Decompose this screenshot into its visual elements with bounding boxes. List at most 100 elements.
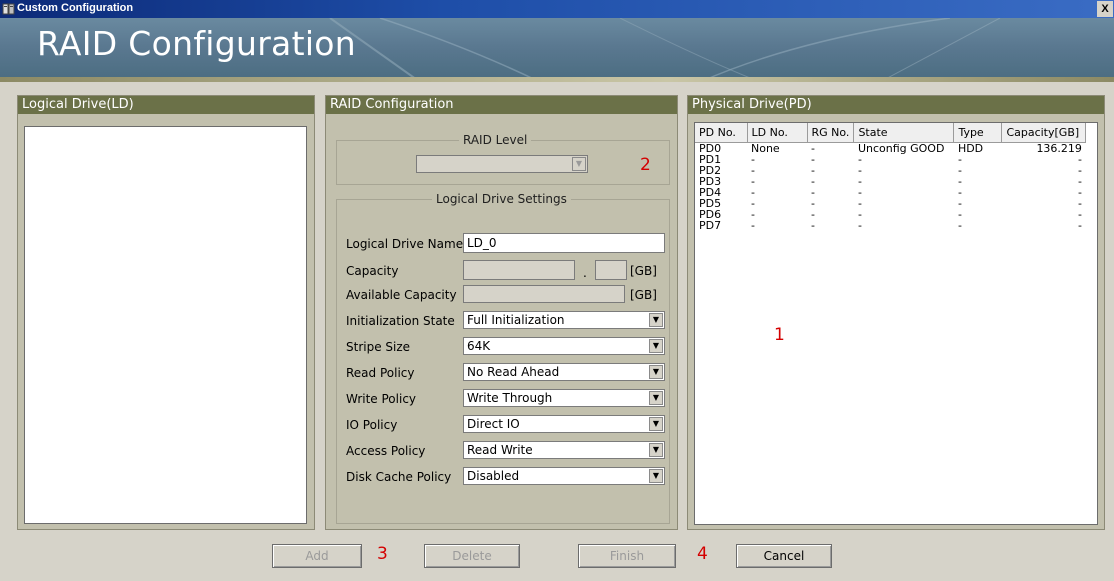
table-cell: - bbox=[857, 218, 862, 232]
logical-drive-panel-title: Logical Drive(LD) bbox=[18, 96, 314, 114]
column-header[interactable]: PD No. bbox=[695, 123, 748, 143]
select-label: Disk Cache Policy bbox=[346, 470, 452, 484]
table-cell: - bbox=[1077, 196, 1082, 210]
table-cell: - bbox=[857, 207, 862, 221]
window-title: Custom Configuration bbox=[17, 2, 134, 14]
add-button[interactable]: Add bbox=[272, 544, 362, 568]
select-label: Write Policy bbox=[346, 392, 417, 406]
capacity-separator: . bbox=[583, 266, 587, 280]
table-cell: 136.219 bbox=[1036, 141, 1082, 155]
table-cell: - bbox=[751, 218, 755, 232]
cancel-button[interactable]: Cancel bbox=[736, 544, 832, 568]
policy-select[interactable]: Direct IO ▼ bbox=[463, 415, 665, 433]
finish-button[interactable]: Finish bbox=[578, 544, 676, 568]
table-row[interactable]: PD2 - - - - - bbox=[695, 165, 1086, 176]
table-cell: - bbox=[857, 196, 862, 210]
chevron-down-icon: ▼ bbox=[649, 443, 663, 457]
column-header[interactable]: RG No. bbox=[807, 123, 855, 143]
chevron-down-icon: ▼ bbox=[649, 365, 663, 379]
policy-select[interactable]: 64K ▼ bbox=[463, 337, 665, 355]
table-cell: - bbox=[957, 185, 962, 199]
select-value: Full Initialization bbox=[467, 313, 565, 327]
chevron-down-icon: ▼ bbox=[649, 417, 663, 431]
table-cell: - bbox=[857, 185, 862, 199]
ld-name-label: Logical Drive Name bbox=[346, 237, 464, 251]
physical-drive-panel: Physical Drive(PD) PD No. LD No. RG No. Sta… bbox=[687, 95, 1105, 530]
table-cell: - bbox=[957, 152, 962, 166]
banner: RAID Configuration bbox=[0, 18, 1114, 82]
annotation-marker-3: 3 bbox=[377, 544, 388, 564]
available-capacity-unit: [GB] bbox=[630, 288, 657, 302]
table-cell: - bbox=[1077, 207, 1082, 221]
page-title: RAID Configuration bbox=[37, 24, 356, 63]
select-label: Initialization State bbox=[346, 314, 455, 328]
table-row[interactable]: PD5 - - - - - bbox=[695, 198, 1086, 209]
physical-drive-panel-title: Physical Drive(PD) bbox=[688, 96, 1104, 114]
table-cell: PD3 bbox=[699, 174, 722, 188]
table-cell: None bbox=[751, 141, 780, 155]
policy-select[interactable]: Write Through ▼ bbox=[463, 389, 665, 407]
select-value: Disabled bbox=[467, 469, 520, 483]
table-cell: - bbox=[1077, 152, 1082, 166]
raid-level-group-title: RAID Level bbox=[459, 133, 532, 147]
delete-button[interactable]: Delete bbox=[424, 544, 520, 568]
table-cell: - bbox=[857, 163, 862, 177]
column-header[interactable]: Capacity[GB] bbox=[1001, 123, 1087, 143]
table-cell: - bbox=[811, 185, 815, 199]
ld-name-input[interactable]: LD_0 bbox=[463, 233, 665, 253]
raid-config-panel: RAID Configuration RAID Level ▼ Logical … bbox=[325, 95, 678, 530]
column-header[interactable]: State bbox=[853, 123, 955, 143]
logical-drive-panel: Logical Drive(LD) bbox=[17, 95, 315, 530]
chevron-down-icon: ▼ bbox=[649, 469, 663, 483]
capacity-unit: [GB] bbox=[630, 264, 657, 278]
select-value: No Read Ahead bbox=[467, 365, 560, 379]
table-cell: - bbox=[811, 163, 815, 177]
table-cell: PD6 bbox=[699, 207, 722, 221]
table-cell: PD1 bbox=[699, 152, 722, 166]
table-cell: - bbox=[751, 185, 755, 199]
annotation-marker-1: 1 bbox=[774, 325, 785, 345]
select-label: Stripe Size bbox=[346, 340, 411, 354]
available-capacity-value bbox=[463, 285, 625, 303]
table-cell: - bbox=[957, 218, 962, 232]
table-cell: - bbox=[811, 141, 815, 155]
chevron-down-icon: ▼ bbox=[649, 313, 663, 327]
table-row[interactable]: PD6 - - - - - bbox=[695, 209, 1086, 220]
table-cell: PD5 bbox=[699, 196, 722, 210]
raid-level-select[interactable]: ▼ bbox=[416, 155, 588, 173]
annotation-marker-2: 2 bbox=[640, 155, 651, 175]
table-cell: - bbox=[811, 196, 815, 210]
table-row[interactable]: PD1 - - - - - bbox=[695, 154, 1086, 165]
raid-level-group: RAID Level ▼ bbox=[336, 133, 670, 185]
select-value: 64K bbox=[467, 339, 491, 353]
table-row[interactable]: PD3 - - - - - bbox=[695, 176, 1086, 187]
table-cell: - bbox=[1077, 163, 1082, 177]
policy-select[interactable]: Disabled ▼ bbox=[463, 467, 665, 485]
column-header[interactable]: Type bbox=[953, 123, 1003, 143]
capacity-frac-input[interactable] bbox=[595, 260, 627, 280]
ld-settings-group: Logical Drive Settings Logical Drive Nam… bbox=[336, 192, 670, 524]
annotation-marker-4: 4 bbox=[697, 544, 708, 564]
ld-settings-group-title: Logical Drive Settings bbox=[432, 192, 571, 206]
policy-select[interactable]: Read Write ▼ bbox=[463, 441, 665, 459]
table-cell: - bbox=[1077, 185, 1082, 199]
policy-select[interactable]: No Read Ahead ▼ bbox=[463, 363, 665, 381]
table-cell: - bbox=[811, 207, 815, 221]
capacity-int-input[interactable] bbox=[463, 260, 575, 280]
table-cell: - bbox=[1077, 218, 1082, 232]
select-label: IO Policy bbox=[346, 418, 398, 432]
close-button[interactable]: X bbox=[1097, 1, 1113, 17]
physical-drive-table: PD No. LD No. RG No. State Type Capacity[GB] … bbox=[695, 123, 1087, 231]
table-cell: - bbox=[811, 152, 815, 166]
policy-select[interactable]: Full Initialization ▼ bbox=[463, 311, 665, 329]
app-icon bbox=[2, 3, 15, 15]
table-cell: Unconfig GOOD bbox=[857, 141, 945, 155]
table-row[interactable]: PD4 - - - - - bbox=[695, 187, 1086, 198]
table-cell: - bbox=[1077, 174, 1082, 188]
table-row[interactable]: PD7 - - - - - bbox=[695, 220, 1086, 231]
table-cell: - bbox=[751, 174, 755, 188]
table-row[interactable]: PD0 None - Unconfig GOOD HDD 136.219 bbox=[695, 142, 1086, 154]
logical-drive-list[interactable] bbox=[24, 126, 307, 524]
column-header[interactable]: LD No. bbox=[747, 123, 808, 143]
physical-drive-table-container[interactable]: PD No. LD No. RG No. State Type Capacity[GB] … bbox=[694, 122, 1098, 525]
